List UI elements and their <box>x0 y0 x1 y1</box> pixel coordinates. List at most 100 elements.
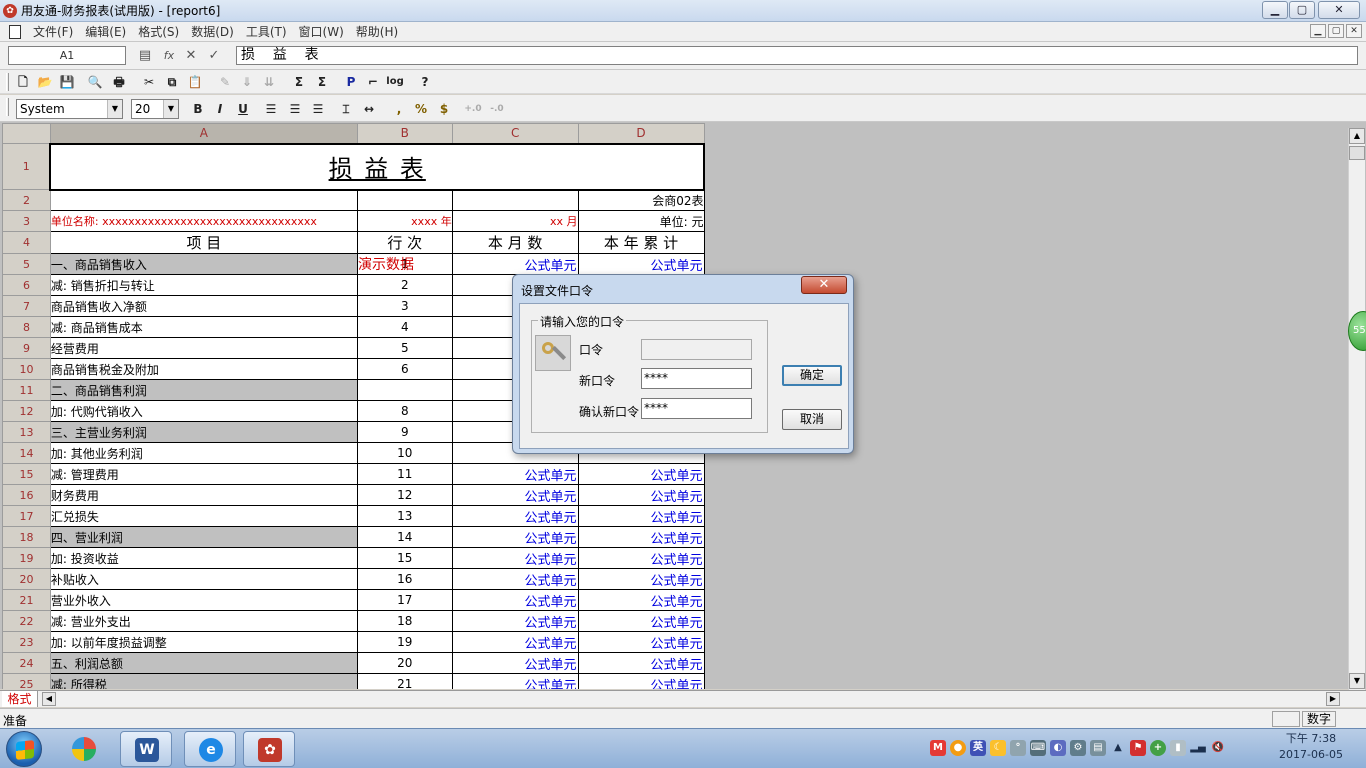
row-header[interactable]: 7 <box>2 295 51 317</box>
chevron-down-icon[interactable]: ▼ <box>163 100 178 118</box>
tray-doc-icon[interactable]: ▤ <box>1090 740 1106 756</box>
vertical-align-icon[interactable]: ⌶ <box>337 100 355 118</box>
cancel-edit-icon[interactable]: ✕ <box>182 47 200 65</box>
function-icon[interactable]: fx <box>160 47 178 65</box>
seq-cell[interactable]: 1 <box>356 253 453 275</box>
seq-cell[interactable]: 16 <box>356 568 453 590</box>
item-cell[interactable]: 减: 销售折扣与转让 <box>49 274 358 296</box>
minimize-button[interactable]: ▁ <box>1262 1 1288 19</box>
item-cell[interactable]: 三、主营业务利润 <box>49 421 358 443</box>
percent-style-button[interactable]: % <box>412 100 430 118</box>
ytd-value-cell[interactable]: 公式单元 <box>577 253 705 275</box>
dialog-close-button[interactable]: ✕ <box>801 276 847 294</box>
row-header[interactable]: 8 <box>2 316 51 338</box>
row-header[interactable]: 9 <box>2 337 51 359</box>
seq-cell[interactable]: 4 <box>356 316 453 338</box>
item-cell[interactable]: 减: 商品销售成本 <box>49 316 358 338</box>
month-value-cell[interactable]: 公式单元 <box>451 484 579 506</box>
cell[interactable] <box>451 189 579 211</box>
currency-style-button[interactable]: $ <box>435 100 453 118</box>
item-cell[interactable]: 汇兑损失 <box>49 505 358 527</box>
seq-cell[interactable]: 15 <box>356 547 453 569</box>
print-icon[interactable]: 🖶 <box>110 73 128 91</box>
menu-window[interactable]: 窗口(W) <box>293 23 350 40</box>
tray-skin-icon[interactable]: ◐ <box>1050 740 1066 756</box>
new-file-icon[interactable]: 🗋 <box>14 73 32 91</box>
ytd-value-cell[interactable]: 公式单元 <box>577 547 705 569</box>
cut-icon[interactable]: ✂ <box>140 73 158 91</box>
column-header-d[interactable]: D <box>577 123 705 144</box>
item-cell[interactable]: 加: 投资收益 <box>49 547 358 569</box>
month-value-cell[interactable]: 公式单元 <box>451 673 579 689</box>
scroll-down-icon[interactable]: ▼ <box>1349 673 1365 689</box>
row-header[interactable]: 4 <box>2 231 51 254</box>
insert-object-icon[interactable]: ⌐ <box>364 73 382 91</box>
vertical-scrollbar[interactable]: ▲ ▼ <box>1348 128 1365 690</box>
row-header[interactable]: 25 <box>2 673 51 689</box>
row-header[interactable]: 18 <box>2 526 51 548</box>
row-header[interactable]: 12 <box>2 400 51 422</box>
password-field[interactable] <box>641 339 752 360</box>
month-value-cell[interactable]: 公式单元 <box>451 253 579 275</box>
row-header[interactable]: 6 <box>2 274 51 296</box>
font-size-select[interactable]: 20 ▼ <box>131 99 179 119</box>
row-header[interactable]: 11 <box>2 379 51 401</box>
menu-file[interactable]: 文件(F) <box>27 23 79 40</box>
taskbar-media-app[interactable] <box>58 731 110 767</box>
tray-expand-icon[interactable]: ▲ <box>1110 740 1126 756</box>
tray-moon-icon[interactable]: ☾ <box>990 740 1006 756</box>
ytd-value-cell[interactable]: 公式单元 <box>577 484 705 506</box>
help-icon[interactable]: ? <box>416 73 434 91</box>
seq-cell[interactable] <box>356 379 453 401</box>
report-title-cell[interactable]: 损 益 表 <box>49 142 705 191</box>
seq-cell[interactable]: 11 <box>356 463 453 485</box>
row-header[interactable]: 23 <box>2 631 51 653</box>
seq-cell[interactable]: 8 <box>356 400 453 422</box>
seq-cell[interactable]: 9 <box>356 421 453 443</box>
seq-cell[interactable]: 18 <box>356 610 453 632</box>
item-cell[interactable]: 加: 以前年度损益调整 <box>49 631 358 653</box>
sum-range-icon[interactable]: Σ <box>313 73 331 91</box>
ytd-value-cell[interactable]: 公式单元 <box>577 673 705 689</box>
seq-cell[interactable]: 19 <box>356 631 453 653</box>
row-header[interactable]: 3 <box>2 210 51 232</box>
menu-edit[interactable]: 编辑(E) <box>79 23 132 40</box>
menu-format[interactable]: 格式(S) <box>132 23 185 40</box>
network-signal-icon[interactable]: ▂▄ <box>1190 740 1206 756</box>
item-cell[interactable]: 二、商品销售利润 <box>49 379 358 401</box>
formula-input[interactable]: 损 益 表 <box>236 46 1358 65</box>
item-cell[interactable]: 四、营业利润 <box>49 526 358 548</box>
item-cell[interactable]: 经营费用 <box>49 337 358 359</box>
taskbar-clock[interactable]: 下午 7:38 2017-06-05 <box>1266 731 1356 763</box>
row-header[interactable]: 5 <box>2 253 51 275</box>
ytd-value-cell[interactable]: 公式单元 <box>577 568 705 590</box>
tray-ime-icon[interactable]: 英 <box>970 740 986 756</box>
seq-cell[interactable]: 14 <box>356 526 453 548</box>
keyboard-icon[interactable]: ▤ <box>136 47 154 65</box>
form-number-cell[interactable]: 会商02表 <box>577 189 705 211</box>
doc-minimize-button[interactable]: ▁ <box>1310 24 1326 38</box>
tray-m-icon[interactable]: M <box>930 740 946 756</box>
taskbar-word-app[interactable]: W <box>120 731 172 767</box>
row-header[interactable]: 19 <box>2 547 51 569</box>
volume-muted-icon[interactable]: 🔇 <box>1210 740 1226 756</box>
corner-select-all[interactable] <box>2 123 51 144</box>
battery-icon[interactable]: ▮ <box>1170 740 1186 756</box>
new-password-field[interactable]: **** <box>641 368 752 389</box>
company-name-cell[interactable]: 单位名称: xxxxxxxxxxxxxxxxxxxxxxxxxxxxxxxxx <box>49 210 358 232</box>
align-right-icon[interactable]: ☰ <box>309 100 327 118</box>
seq-cell[interactable]: 21 <box>356 673 453 689</box>
menu-data[interactable]: 数据(D) <box>185 23 240 40</box>
item-cell[interactable]: 减: 所得税 <box>49 673 358 689</box>
font-name-select[interactable]: System ▼ <box>16 99 123 119</box>
ytd-value-cell[interactable]: 公式单元 <box>577 526 705 548</box>
save-icon[interactable]: 💾 <box>58 73 76 91</box>
ytd-value-cell[interactable]: 公式单元 <box>577 505 705 527</box>
header-ytd-cell[interactable]: 本 年 累 计 <box>577 231 705 254</box>
maximize-button[interactable]: ▢ <box>1289 1 1315 19</box>
row-header[interactable]: 17 <box>2 505 51 527</box>
seq-cell[interactable]: 12 <box>356 484 453 506</box>
row-header[interactable]: 22 <box>2 610 51 632</box>
ytd-value-cell[interactable]: 公式单元 <box>577 589 705 611</box>
horizontal-align-icon[interactable]: ↔ <box>360 100 378 118</box>
